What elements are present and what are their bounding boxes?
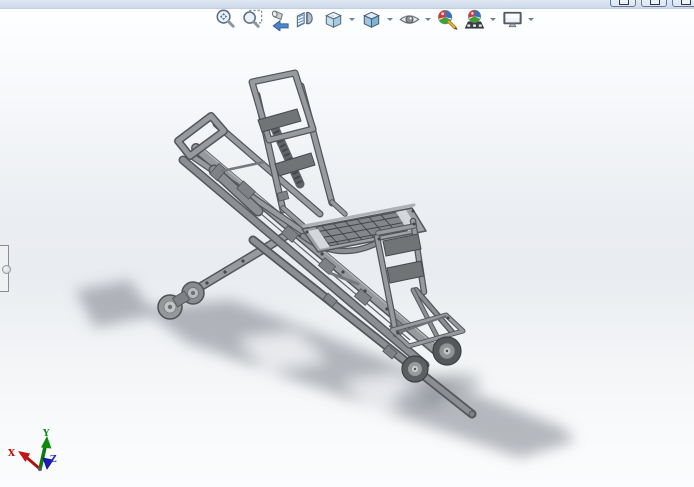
triad-y-label: Y [42,429,50,439]
previous-view-button[interactable] [266,6,292,32]
section-view-icon [296,11,313,28]
apply-scene-icon [464,9,484,29]
orientation-triad: X Y Z [8,429,57,471]
featuremanager-collapsed-tab[interactable] [0,245,11,292]
view-settings-button[interactable] [499,6,525,32]
rear-wheel-near[interactable] [401,355,429,383]
hide-show-items-button[interactable] [396,6,422,32]
graphics-area[interactable]: .u{stroke:#53575a;stroke-linecap:round;s… [0,0,694,487]
rear-wheel-far[interactable] [432,336,462,366]
edit-appearance-button[interactable] [434,6,460,32]
minimize-icon [619,0,629,5]
display-style-dropdown[interactable] [385,6,395,32]
display-style-icon [362,11,380,28]
view-settings-dropdown[interactable] [526,6,536,32]
apply-scene-button[interactable] [461,6,487,32]
view-heads-up-toolbar [212,5,536,33]
zoom-to-area-icon [242,9,262,28]
view-orientation-icon [324,11,342,28]
solidworks-graphics-window: { "window_controls": { "buttons": [ {"na… [0,0,694,487]
display-style-button[interactable] [358,6,384,32]
apply-scene-dropdown[interactable] [488,6,498,32]
monitor-icon [502,11,522,27]
minimize-window-button[interactable] [610,0,636,7]
expand-panel-icon [2,265,11,274]
zoom-to-fit-icon [215,9,235,28]
view-orientation-button[interactable] [320,6,346,32]
hide-show-items-dropdown[interactable] [423,6,433,32]
eye-icon [398,14,420,24]
window-controls [610,0,694,7]
triad-x-label: X [8,449,15,459]
zoom-to-area-button[interactable] [239,6,265,32]
section-view-button[interactable] [293,6,319,32]
model-shadow [75,280,576,458]
zoom-to-fit-button[interactable] [212,6,238,32]
previous-view-icon [271,10,289,31]
restore-window-button[interactable] [641,0,667,7]
close-window-button[interactable] [672,0,694,7]
edit-appearance-icon [437,9,458,30]
close-icon [681,0,691,5]
view-orientation-dropdown[interactable] [347,6,357,32]
triad-z-label: Z [50,455,57,465]
restore-icon [650,0,660,5]
